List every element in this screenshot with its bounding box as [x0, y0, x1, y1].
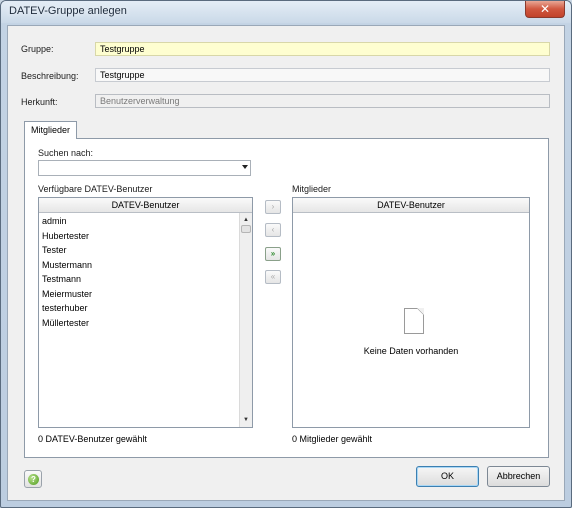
available-users-list[interactable]: DATEV-Benutzer admin Hubertester Tester … — [38, 197, 253, 428]
ok-button[interactable]: OK — [416, 466, 479, 487]
close-button[interactable]: ✕ — [525, 1, 565, 18]
add-selected-button[interactable]: › — [265, 200, 281, 214]
scroll-thumb[interactable] — [241, 225, 251, 233]
members-column-header[interactable]: DATEV-Benutzer — [293, 198, 529, 213]
chevron-right-icon: › — [271, 202, 275, 211]
beschreibung-label: Beschreibung: — [21, 71, 79, 81]
list-item[interactable]: Hubertester — [39, 229, 92, 244]
list-item[interactable]: testerhuber — [39, 301, 92, 316]
herkunft-field: Benutzerverwaltung — [95, 94, 550, 108]
gruppe-label: Gruppe: — [21, 44, 54, 54]
dialog-body: Gruppe: Testgruppe Beschreibung: Testgru… — [7, 25, 565, 501]
remove-selected-button[interactable]: ‹ — [265, 223, 281, 237]
list-item[interactable]: Mustermann — [39, 258, 92, 273]
list-item[interactable]: Tester — [39, 243, 92, 258]
chevron-down-icon[interactable] — [242, 165, 248, 169]
available-column-header[interactable]: DATEV-Benutzer — [39, 198, 252, 213]
title-bar[interactable]: DATEV-Gruppe anlegen ✕ — [1, 1, 571, 23]
list-item[interactable]: Testmann — [39, 272, 92, 287]
scroll-up-icon[interactable]: ▲ — [241, 215, 251, 225]
chevron-left-icon: ‹ — [271, 225, 275, 234]
herkunft-label: Herkunft: — [21, 97, 58, 107]
beschreibung-input[interactable]: Testgruppe — [95, 68, 550, 82]
double-chevron-right-icon: » — [270, 249, 276, 258]
vertical-scrollbar[interactable]: ▲ ▼ — [239, 213, 252, 427]
empty-state-text: Keine Daten vorhanden — [363, 346, 459, 356]
list-item[interactable]: Meiermuster — [39, 287, 92, 302]
list-item[interactable]: Müllertester — [39, 316, 92, 331]
available-users-label: Verfügbare DATEV-Benutzer — [38, 184, 153, 194]
members-label: Mitglieder — [292, 184, 332, 194]
members-list[interactable]: DATEV-Benutzer Keine Daten vorhanden — [292, 197, 530, 428]
tab-mitglieder[interactable]: Mitglieder — [24, 121, 77, 139]
double-chevron-left-icon: « — [270, 272, 276, 281]
search-label: Suchen nach: — [38, 148, 94, 158]
dialog-window: DATEV-Gruppe anlegen ✕ Gruppe: Testgrupp… — [0, 0, 572, 508]
cancel-button[interactable]: Abbrechen — [487, 466, 550, 487]
help-button[interactable]: ? — [24, 470, 42, 488]
add-all-button[interactable]: » — [265, 247, 281, 261]
members-status: 0 Mitglieder gewählt — [292, 434, 373, 444]
gruppe-input[interactable]: Testgruppe — [95, 42, 550, 56]
help-icon: ? — [28, 474, 39, 485]
empty-document-icon — [404, 308, 424, 334]
close-icon: ✕ — [539, 2, 551, 16]
remove-all-button[interactable]: « — [265, 270, 281, 284]
scroll-down-icon[interactable]: ▼ — [241, 415, 251, 425]
available-rows: admin Hubertester Tester Mustermann Test… — [39, 214, 92, 330]
available-status: 0 DATEV-Benutzer gewählt — [38, 434, 147, 444]
window-title: DATEV-Gruppe anlegen — [9, 5, 127, 17]
search-combobox[interactable] — [38, 160, 251, 176]
list-item[interactable]: admin — [39, 214, 92, 229]
